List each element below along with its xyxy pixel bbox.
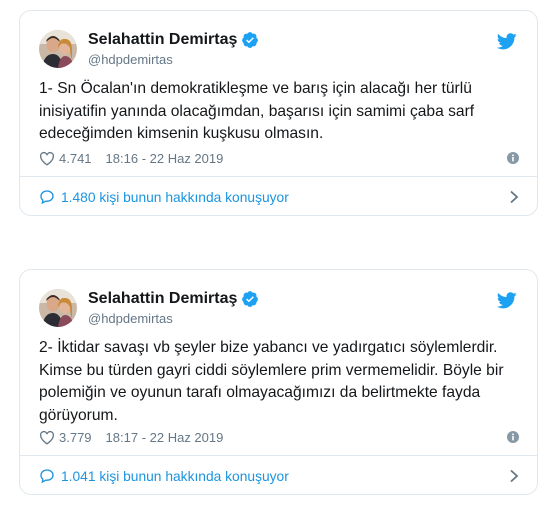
tweet-meta: 4.741 18:16 - 22 Haz 2019 xyxy=(39,148,519,168)
heart-icon[interactable] xyxy=(39,430,55,445)
author-handle[interactable]: @hdpdemirtas xyxy=(88,311,173,326)
info-icon[interactable] xyxy=(507,431,519,443)
conversation-text[interactable]: 1.041 kişi bunun hakkında konuşuyor xyxy=(61,469,289,484)
twitter-bird-icon[interactable] xyxy=(496,33,517,50)
tweet-text: 1- Sn Öcalan'ın demokratikleşme ve barış… xyxy=(39,80,475,142)
conversation-text[interactable]: 1.480 kişi bunun hakkında konuşuyor xyxy=(61,190,289,205)
tweet-header: Selahattin Demirtaş @hdpdemirtas xyxy=(20,11,537,73)
avatar[interactable] xyxy=(39,30,77,68)
reply-bubble-icon xyxy=(40,469,54,484)
tweet-card[interactable]: Selahattin Demirtaş @hdpdemirtas 2- İkti… xyxy=(19,269,538,495)
chevron-right-icon[interactable] xyxy=(509,469,519,483)
timestamp[interactable]: 18:16 - 22 Haz 2019 xyxy=(106,151,224,166)
tweet-text: 2- İktidar savaşı vb şeyler bize yabancı… xyxy=(39,339,504,424)
like-count[interactable]: 4.741 xyxy=(59,151,92,166)
verified-icon xyxy=(241,290,259,308)
tweet-meta: 3.779 18:17 - 22 Haz 2019 xyxy=(39,427,519,447)
timestamp[interactable]: 18:17 - 22 Haz 2019 xyxy=(106,430,224,445)
info-icon[interactable] xyxy=(507,152,519,164)
author-handle[interactable]: @hdpdemirtas xyxy=(88,52,173,67)
author-name[interactable]: Selahattin Demirtaş xyxy=(88,31,237,49)
conversation-link[interactable]: 1.480 kişi bunun hakkında konuşuyor xyxy=(39,177,519,215)
verified-icon xyxy=(241,31,259,49)
heart-icon[interactable] xyxy=(39,151,55,166)
author-name[interactable]: Selahattin Demirtaş xyxy=(88,290,237,308)
avatar[interactable] xyxy=(39,289,77,327)
tweet-header: Selahattin Demirtaş @hdpdemirtas xyxy=(20,270,537,332)
tweet-card[interactable]: Selahattin Demirtaş @hdpdemirtas 1- Sn Ö… xyxy=(19,10,538,216)
chevron-right-icon[interactable] xyxy=(509,190,519,204)
twitter-bird-icon[interactable] xyxy=(496,292,517,309)
conversation-link[interactable]: 1.041 kişi bunun hakkında konuşuyor xyxy=(39,456,519,494)
reply-bubble-icon xyxy=(40,190,54,205)
like-count[interactable]: 3.779 xyxy=(59,430,92,445)
